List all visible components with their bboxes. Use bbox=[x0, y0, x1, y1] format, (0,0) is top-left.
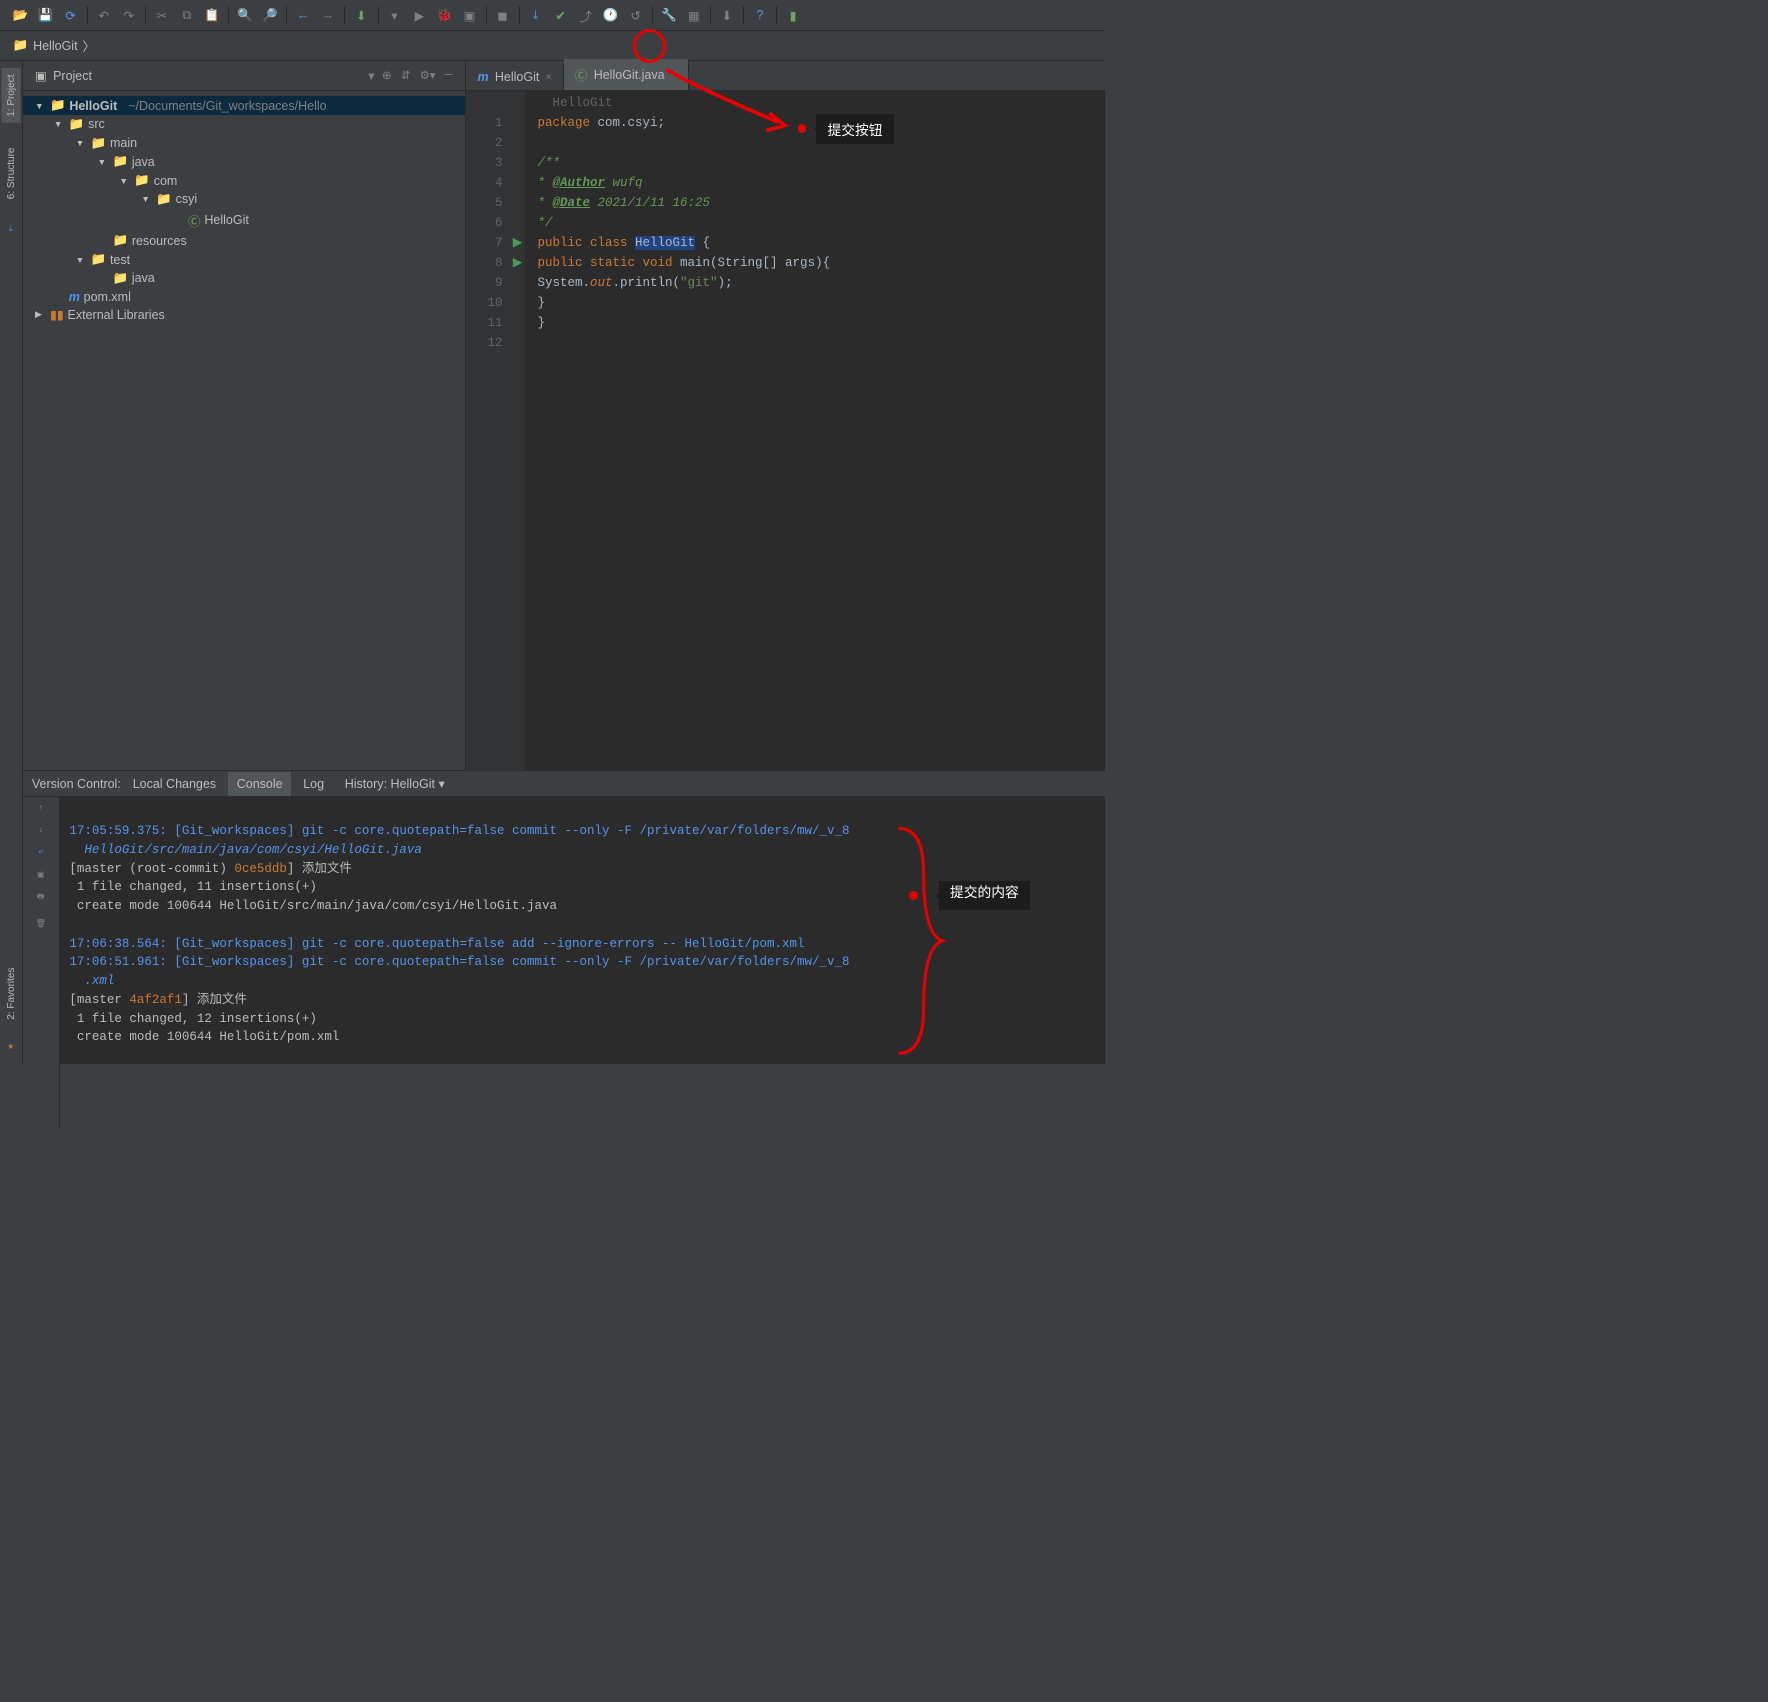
favorites-tool-tab[interactable]: 2: Favorites bbox=[2, 961, 21, 1026]
line-gutter: 123456789101112 bbox=[466, 91, 510, 770]
paste-icon[interactable]: 📋 bbox=[201, 4, 224, 27]
annotation-dot bbox=[798, 124, 807, 133]
tree-src[interactable]: ▼📁src bbox=[23, 115, 466, 134]
console-side-toolbar: ↑ ↓ ⤶ ▣ 🖶 🗑 bbox=[23, 797, 61, 1128]
sdk-icon[interactable]: ⬇ bbox=[716, 4, 739, 27]
project-tree: ▼📁 HelloGit ~/Documents/Git_workspaces/H… bbox=[23, 91, 466, 329]
cut-icon[interactable]: ✂ bbox=[151, 4, 174, 27]
tree-resources[interactable]: 📁resources bbox=[23, 232, 466, 251]
tree-csyi[interactable]: ▼📁csyi bbox=[23, 190, 466, 209]
window-icon: ▣ bbox=[35, 68, 47, 83]
vcs-update-icon[interactable]: ⤓ bbox=[524, 4, 547, 27]
maven-icon: m bbox=[478, 70, 489, 84]
save-icon[interactable]: 💾 bbox=[34, 4, 57, 27]
config-dropdown-icon[interactable]: ▾ bbox=[383, 4, 406, 27]
tree-test[interactable]: ▼📁test bbox=[23, 250, 466, 269]
tree-ext-libs[interactable]: ▶▮▮External Libraries bbox=[23, 306, 466, 325]
editor-tab-hellogit[interactable]: m HelloGit × bbox=[466, 64, 563, 91]
bottom-left-bar: 2: Favorites ★ bbox=[0, 770, 23, 1064]
stop-icon[interactable]: ◼ bbox=[491, 4, 514, 27]
gutter-marks: ▶▶ bbox=[510, 91, 525, 770]
tree-main[interactable]: ▼📁main bbox=[23, 134, 466, 153]
settings-icon[interactable]: 🔧 bbox=[658, 4, 681, 27]
structure-tool-tab[interactable]: 6: Structure bbox=[2, 141, 21, 205]
annotation-dot bbox=[909, 891, 918, 900]
run-icon[interactable]: ▶ bbox=[408, 4, 431, 27]
debug-icon[interactable]: 🐞 bbox=[433, 4, 456, 27]
version-control-panel: Version Control: Local Changes Console L… bbox=[23, 770, 1106, 1064]
undo-icon[interactable]: ↶ bbox=[93, 4, 116, 27]
vcs-icon[interactable]: ⤓ bbox=[9, 224, 13, 234]
close-icon[interactable]: × bbox=[546, 72, 552, 83]
copy-icon[interactable]: ⧉ bbox=[176, 4, 199, 27]
sync-icon[interactable]: ⟳ bbox=[59, 4, 82, 27]
dropdown-icon[interactable]: ▾ bbox=[368, 68, 374, 83]
print-icon[interactable]: 🖶 bbox=[37, 891, 45, 905]
tree-java[interactable]: ▼📁java bbox=[23, 153, 466, 172]
help-icon[interactable]: ? bbox=[749, 4, 772, 27]
star-icon[interactable]: ★ bbox=[7, 1041, 14, 1051]
project-root[interactable]: ▼📁 HelloGit ~/Documents/Git_workspaces/H… bbox=[23, 96, 466, 115]
code-editor[interactable]: 123456789101112 ▶▶ HelloGit package com.… bbox=[466, 91, 1105, 770]
vcs-diff-icon[interactable]: ⤴ bbox=[574, 4, 597, 27]
console-output[interactable]: 17:05:59.375: [Git_workspaces] git -c co… bbox=[60, 797, 1105, 1128]
build-icon[interactable]: ⬇ bbox=[350, 4, 373, 27]
editor-area: m HelloGit × Ⓒ HelloGit.java × 123456789… bbox=[466, 61, 1105, 770]
breadcrumb: 📁 HelloGit 〉 bbox=[0, 31, 1105, 61]
project-panel: ▣ Project ▾ ⊕ ⇵ ⚙▾ ─ ▼📁 HelloGit ~/Docum… bbox=[23, 61, 467, 770]
tab-log[interactable]: Log bbox=[294, 772, 332, 796]
tab-local-changes[interactable]: Local Changes bbox=[124, 772, 225, 796]
gear-icon[interactable]: ⚙▾ bbox=[420, 69, 436, 82]
trash-icon[interactable]: 🗑 bbox=[36, 918, 46, 928]
replace-icon[interactable]: 🔎 bbox=[259, 4, 282, 27]
left-tool-bar: 1: Project 6: Structure ⤓ bbox=[0, 61, 23, 770]
tooltip-commit-btn: 提交按钮 bbox=[816, 114, 894, 144]
tree-pom[interactable]: mpom.xml bbox=[23, 288, 466, 306]
structure-icon[interactable]: ▦ bbox=[683, 4, 706, 27]
expand-icon[interactable]: ⇵ bbox=[401, 69, 410, 82]
breadcrumb-project[interactable]: HelloGit bbox=[33, 39, 77, 53]
tree-com[interactable]: ▼📁com bbox=[23, 171, 466, 190]
open-icon[interactable]: 📂 bbox=[9, 4, 32, 27]
tab-console[interactable]: Console bbox=[228, 772, 291, 796]
coverage-icon[interactable]: ▣ bbox=[458, 4, 481, 27]
collapse-icon[interactable]: ⊕ bbox=[382, 69, 391, 82]
back-icon[interactable]: ← bbox=[292, 4, 315, 27]
memory-icon[interactable]: ▮ bbox=[782, 4, 805, 27]
vcs-commit-icon[interactable]: ✔ bbox=[549, 4, 572, 27]
hide-icon[interactable]: ─ bbox=[445, 69, 453, 82]
up-icon[interactable]: ↑ bbox=[39, 803, 43, 812]
annotation-brace bbox=[811, 803, 874, 1041]
class-icon: Ⓒ bbox=[575, 65, 588, 84]
folder-icon: 📁 bbox=[13, 38, 29, 53]
main-toolbar: 📂 💾 ⟳ ↶ ↷ ✂ ⧉ 📋 🔍 🔎 ← → ⬇ ▾ ▶ 🐞 ▣ ◼ ⤓ ✔ … bbox=[0, 0, 1105, 31]
vcs-revert-icon[interactable]: ↺ bbox=[624, 4, 647, 27]
search-icon[interactable]: 🔍 bbox=[234, 4, 257, 27]
scroll-icon[interactable]: ▣ bbox=[37, 869, 45, 879]
down-icon[interactable]: ↓ bbox=[39, 825, 43, 834]
project-panel-title: Project bbox=[53, 69, 92, 83]
tooltip-commit-content: 提交的内容 bbox=[939, 881, 1030, 910]
wrap-icon[interactable]: ⤶ bbox=[38, 846, 43, 856]
tree-test-java[interactable]: 📁java bbox=[23, 269, 466, 288]
tree-hellogit-class[interactable]: ⒸHelloGit bbox=[23, 209, 466, 232]
tab-history[interactable]: History: HelloGit ▾ bbox=[336, 771, 454, 796]
redo-icon[interactable]: ↷ bbox=[118, 4, 141, 27]
vcs-history-icon[interactable]: 🕐 bbox=[599, 4, 622, 27]
annotation-arrow bbox=[660, 63, 791, 138]
forward-icon[interactable]: → bbox=[317, 4, 340, 27]
project-tool-tab[interactable]: 1: Project bbox=[2, 68, 21, 123]
vcs-panel-title: Version Control: bbox=[32, 777, 121, 791]
annotation-circle bbox=[633, 29, 667, 63]
